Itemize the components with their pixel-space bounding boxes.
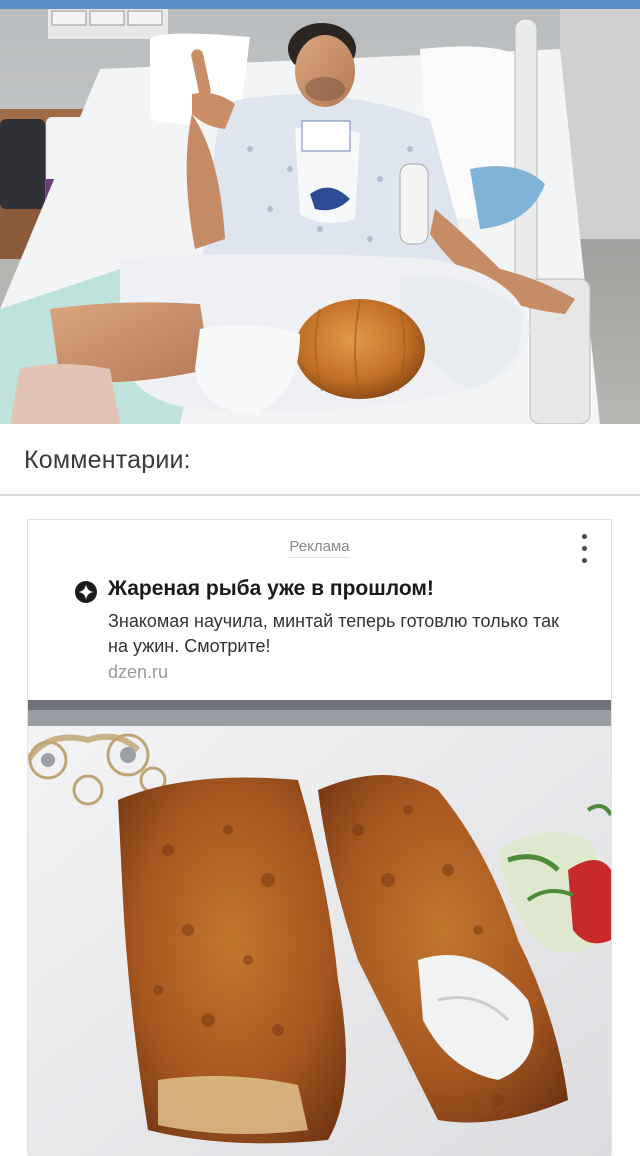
more-vertical-icon[interactable] <box>577 534 591 568</box>
ad-label: Реклама <box>28 538 611 558</box>
ad-headline[interactable]: Жареная рыба уже в прошлом! <box>108 577 434 601</box>
ad-image[interactable] <box>28 700 611 1156</box>
ad-body-text[interactable]: Знакомая научила, минтай теперь готовлю … <box>108 609 578 659</box>
comments-heading: Комментарии: <box>24 446 191 474</box>
article-photo <box>0 9 640 424</box>
top-accent-bar <box>0 0 640 9</box>
ad-card[interactable]: Реклама Жареная рыба уже в прошлом! Знак… <box>27 519 612 1156</box>
fried-fish-photo <box>28 700 611 1156</box>
ad-domain-link[interactable]: dzen.ru <box>108 662 168 683</box>
zen-logo-icon <box>75 581 97 603</box>
section-divider <box>0 494 640 496</box>
hospital-patient-photo <box>0 9 640 424</box>
